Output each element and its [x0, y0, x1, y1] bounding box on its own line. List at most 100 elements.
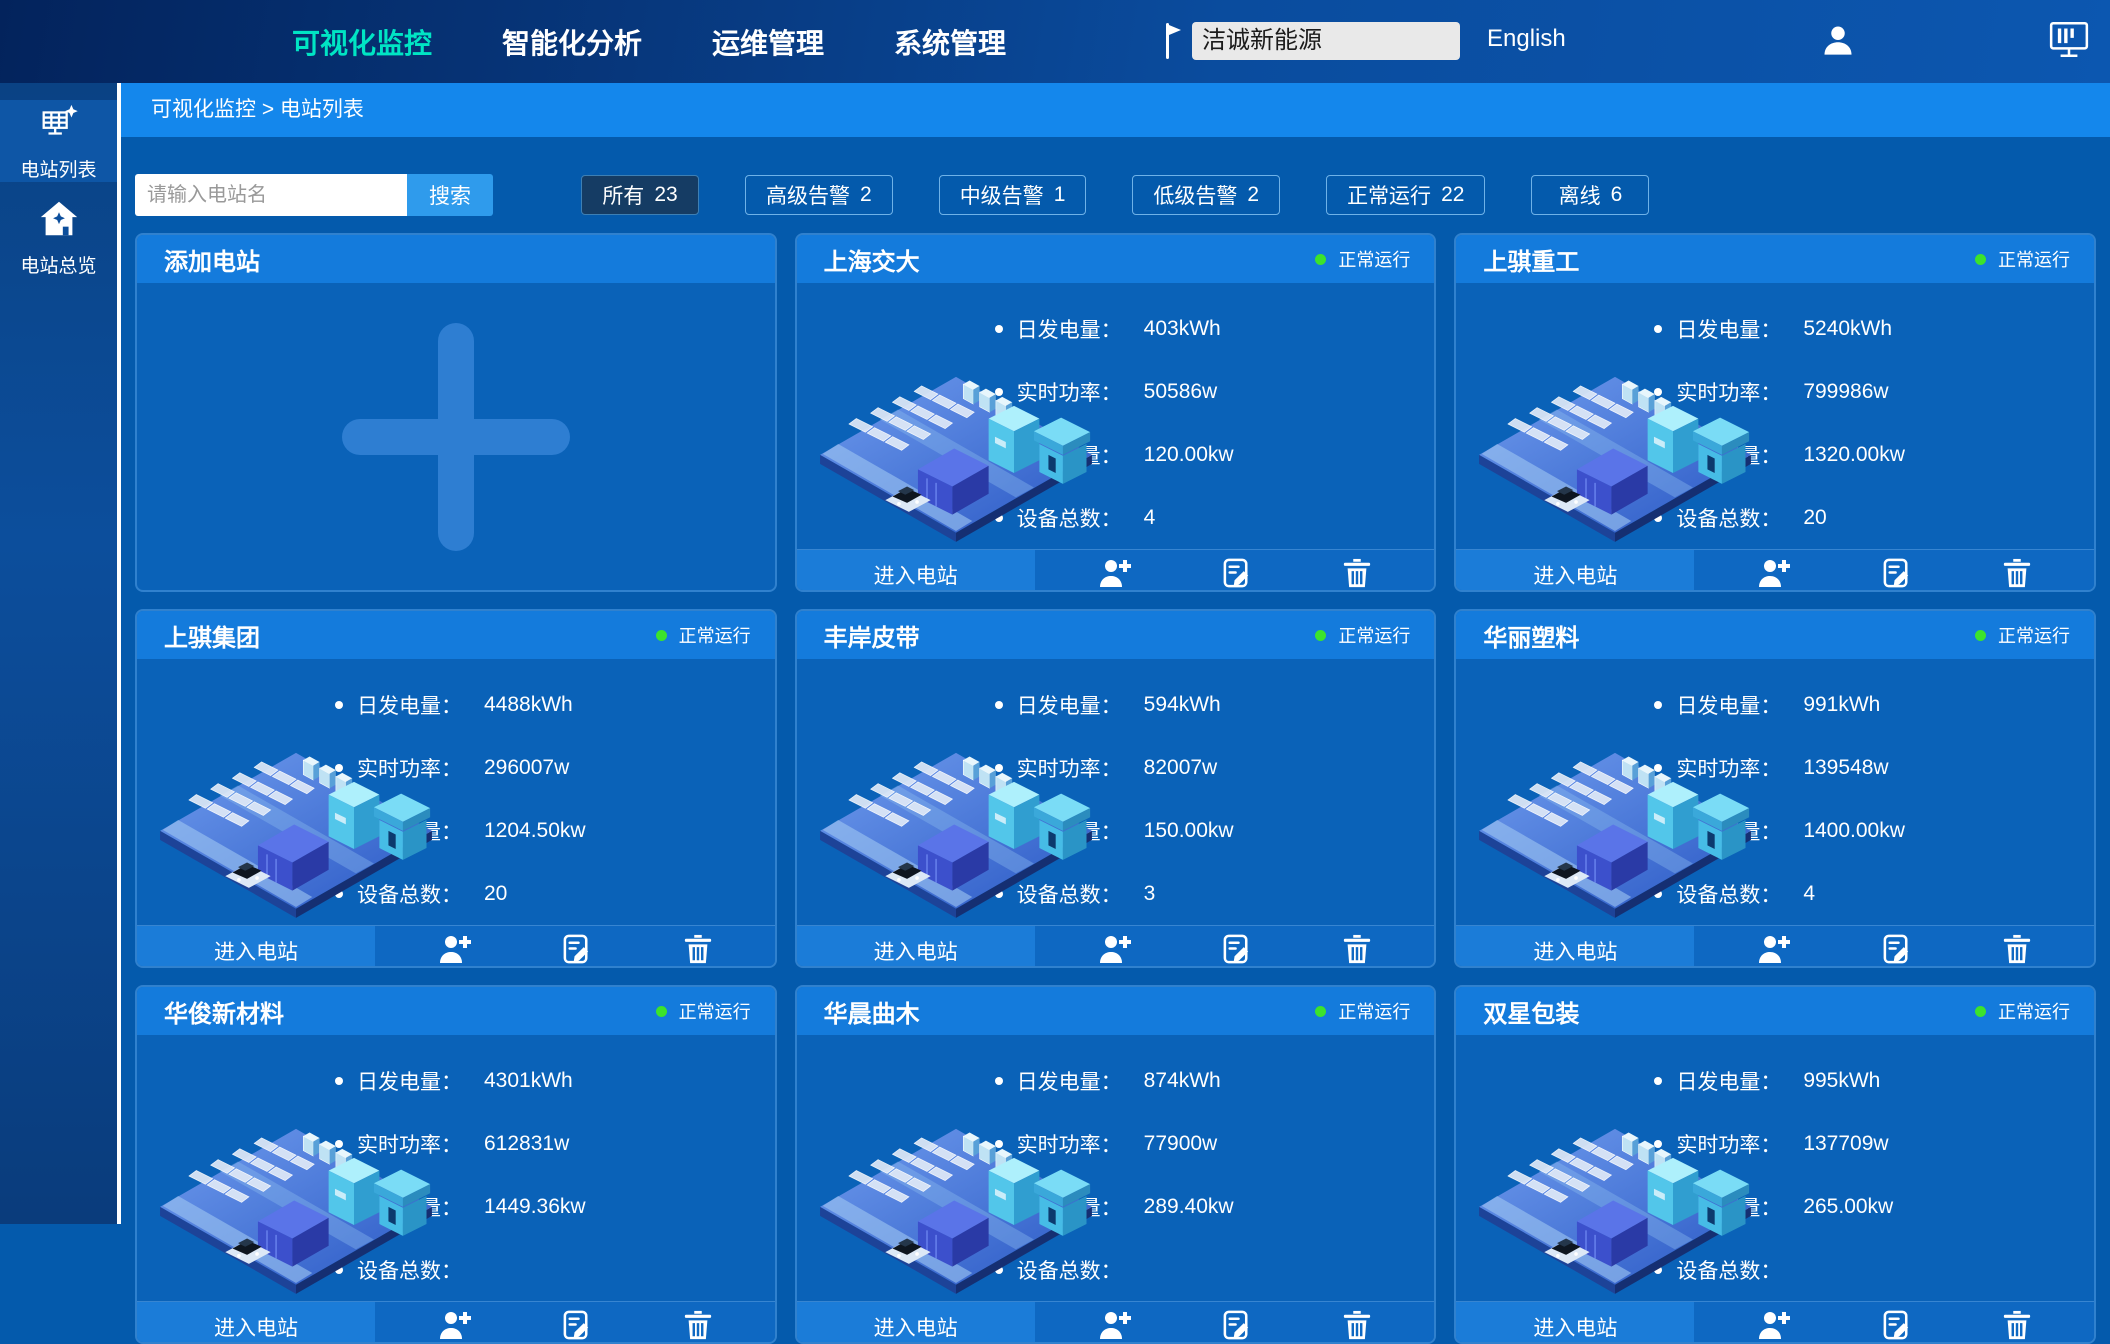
- bullet-icon: [335, 827, 343, 835]
- stat-label: 日发电量：: [1676, 314, 1781, 344]
- delete-station-button[interactable]: [683, 1309, 713, 1344]
- filter-low-alarm[interactable]: 低级告警2: [1132, 175, 1280, 215]
- filter-mid-alarm[interactable]: 中级告警1: [939, 175, 1087, 215]
- search-input[interactable]: [135, 174, 407, 216]
- filter-high-alarm[interactable]: 高级告警2: [745, 175, 893, 215]
- stat-value: 4301kWh: [484, 1069, 573, 1093]
- edit-station-button[interactable]: [1881, 557, 1914, 593]
- stat-device-count: 设备总数：: [1654, 1238, 2094, 1301]
- station-stats: 日发电量： 991kWh 实时功率： 139548w 装机容量： 1400.00…: [1456, 673, 2094, 925]
- bullet-icon: [335, 1077, 343, 1085]
- edit-station-button[interactable]: [561, 933, 594, 969]
- stat-daily-energy: 日发电量： 995kWh: [1654, 1049, 2094, 1112]
- bullet-icon: [1654, 388, 1662, 396]
- delete-station-button[interactable]: [2002, 557, 2032, 592]
- menu-item-intelligent-analysis[interactable]: 智能化分析: [502, 22, 642, 62]
- language-switch[interactable]: English: [1487, 25, 1566, 53]
- station-card-header: 丰岸皮带 正常运行: [797, 611, 1435, 659]
- status-badge: 正常运行: [1315, 622, 1410, 648]
- station-card-header: 华俊新材料 正常运行: [137, 987, 775, 1035]
- menu-item-visual-monitoring[interactable]: 可视化监控: [292, 22, 432, 62]
- add-user-button[interactable]: [1756, 933, 1792, 968]
- bullet-icon: [1654, 1203, 1662, 1211]
- add-user-button[interactable]: [1756, 557, 1792, 592]
- bullet-icon: [335, 890, 343, 898]
- filter-offline[interactable]: 离线6: [1531, 175, 1649, 215]
- enter-station-button[interactable]: 进入电站: [1456, 550, 1694, 592]
- bullet-icon: [335, 1140, 343, 1148]
- sidebar-item-station-overview[interactable]: 电站总览: [0, 196, 117, 278]
- station-card-header: 上骐集团 正常运行: [137, 611, 775, 659]
- menu-item-system-management[interactable]: 系统管理: [894, 22, 1006, 62]
- station-card-body: 日发电量： 874kWh 实时功率： 77900w 装机容量： 289.40kw…: [797, 1035, 1435, 1301]
- add-station-button[interactable]: [137, 283, 775, 590]
- search-button[interactable]: 搜索: [407, 174, 493, 216]
- edit-record-icon: [1221, 557, 1254, 593]
- flag-icon: [1162, 21, 1184, 66]
- user-icon[interactable]: [1820, 22, 1856, 63]
- home-icon: [37, 197, 81, 246]
- stat-realtime-power: 实时功率： 799986w: [1654, 360, 2094, 423]
- delete-station-button[interactable]: [2002, 1309, 2032, 1344]
- stat-installed-capacity: 装机容量： 120.00kw: [995, 423, 1435, 486]
- enter-station-button[interactable]: 进入电站: [137, 926, 375, 968]
- filter-normal[interactable]: 正常运行22: [1326, 175, 1485, 215]
- station-card-footer: 进入电站: [1456, 1301, 2094, 1344]
- delete-station-button[interactable]: [1342, 557, 1372, 592]
- organization-select[interactable]: 洁诚新能源: [1192, 22, 1460, 60]
- bullet-icon: [995, 890, 1003, 898]
- stat-daily-energy: 日发电量： 4488kWh: [335, 673, 775, 736]
- add-user-icon: [1756, 1309, 1792, 1344]
- stat-value: 995kWh: [1803, 1069, 1880, 1093]
- delete-station-button[interactable]: [1342, 933, 1372, 968]
- add-user-button[interactable]: [1097, 933, 1133, 968]
- station-card: 华晨曲木 正常运行: [795, 985, 1437, 1344]
- enter-station-button[interactable]: 进入电站: [797, 1302, 1035, 1344]
- enter-station-button[interactable]: 进入电站: [797, 926, 1035, 968]
- station-name: 华俊新材料: [164, 994, 284, 1029]
- stat-label: 日发电量：: [357, 690, 462, 720]
- enter-station-button[interactable]: 进入电站: [137, 1302, 375, 1344]
- add-user-button[interactable]: [1097, 1309, 1133, 1344]
- enter-station-button[interactable]: 进入电站: [1456, 1302, 1694, 1344]
- edit-station-button[interactable]: [1221, 933, 1254, 969]
- edit-station-button[interactable]: [1221, 1309, 1254, 1344]
- add-user-button[interactable]: [1756, 1309, 1792, 1344]
- stat-device-count: 设备总数： 3: [995, 862, 1435, 925]
- stat-value: 82007w: [1144, 756, 1218, 780]
- enter-station-button[interactable]: 进入电站: [797, 550, 1035, 592]
- station-card-footer: 进入电站: [797, 549, 1435, 592]
- edit-station-button[interactable]: [1221, 557, 1254, 593]
- edit-station-button[interactable]: [561, 1309, 594, 1344]
- plus-icon: [342, 323, 570, 551]
- sidebar-item-station-list[interactable]: 电站列表: [0, 100, 117, 182]
- filter-all[interactable]: 所有23: [581, 175, 699, 215]
- stat-label: 日发电量：: [1017, 314, 1122, 344]
- enter-station-button[interactable]: 进入电站: [1456, 926, 1694, 968]
- stat-value: 594kWh: [1144, 693, 1221, 717]
- delete-station-button[interactable]: [2002, 933, 2032, 968]
- stat-installed-capacity: 装机容量： 1449.36kw: [335, 1175, 775, 1238]
- station-stats: 日发电量： 874kWh 实时功率： 77900w 装机容量： 289.40kw…: [797, 1049, 1435, 1301]
- stat-installed-capacity: 装机容量： 265.00kw: [1654, 1175, 2094, 1238]
- edit-station-button[interactable]: [1881, 933, 1914, 969]
- stat-value: 1320.00kw: [1803, 443, 1905, 467]
- delete-station-button[interactable]: [1342, 1309, 1372, 1344]
- stat-device-count: 设备总数： 4: [1654, 862, 2094, 925]
- add-user-button[interactable]: [437, 1309, 473, 1344]
- station-card: 上骐重工 正常运行: [1454, 233, 2096, 592]
- stat-device-count: 设备总数：: [995, 1238, 1435, 1301]
- station-actions: [1694, 926, 2094, 968]
- station-stats: 日发电量： 5240kWh 实时功率： 799986w 装机容量： 1320.0…: [1456, 297, 2094, 549]
- delete-station-button[interactable]: [683, 933, 713, 968]
- edit-station-button[interactable]: [1881, 1309, 1914, 1344]
- stat-device-count: 设备总数： 20: [335, 862, 775, 925]
- station-card-header: 上骐重工 正常运行: [1456, 235, 2094, 283]
- stat-realtime-power: 实时功率： 139548w: [1654, 736, 2094, 799]
- solar-panel-icon: [37, 101, 81, 150]
- monitor-screens-icon[interactable]: [2048, 20, 2090, 65]
- menu-item-operations-management[interactable]: 运维管理: [712, 22, 824, 62]
- add-user-button[interactable]: [437, 933, 473, 968]
- add-user-button[interactable]: [1097, 557, 1133, 592]
- bullet-icon: [995, 388, 1003, 396]
